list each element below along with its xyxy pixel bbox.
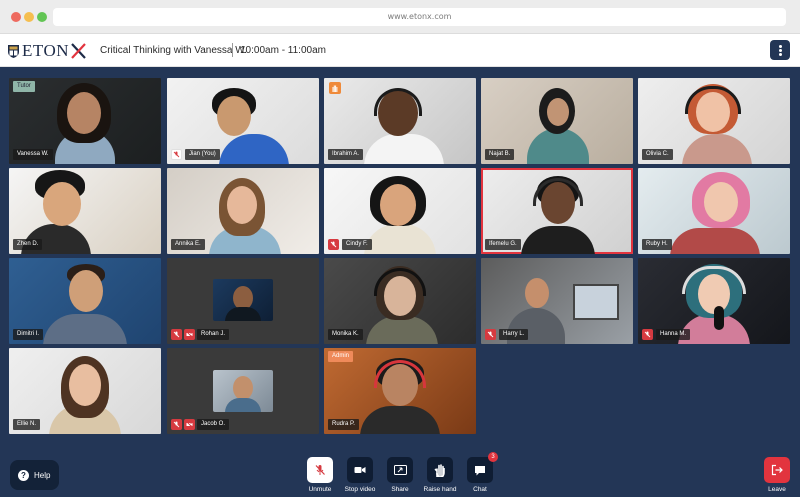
avatar-thumbnail xyxy=(213,370,273,412)
unmute-label: Unmute xyxy=(308,486,332,493)
hand-icon xyxy=(427,457,453,483)
participant-name: Dimitri I. xyxy=(13,329,43,340)
video-tile-hanna[interactable]: Hanna M. xyxy=(638,258,790,344)
participant-name: Cindy F. xyxy=(342,239,372,250)
share-button[interactable]: Share xyxy=(379,457,421,493)
participant-name: Vanessa W. xyxy=(13,149,53,160)
video-tile-olivia[interactable]: Olivia C. xyxy=(638,78,790,164)
video-tile-ifemelu-speaking[interactable]: Ifemelu G. xyxy=(481,168,633,254)
media-status xyxy=(485,329,496,340)
avatar-thumbnail xyxy=(213,279,273,321)
stop-video-label: Stop video xyxy=(344,486,376,493)
media-status xyxy=(171,329,195,340)
share-label: Share xyxy=(391,486,409,493)
video-tile-jian[interactable]: Jian (You) xyxy=(167,78,319,164)
share-screen-icon xyxy=(387,457,413,483)
mic-muted-icon xyxy=(307,457,333,483)
participant-name: Rudra P. xyxy=(328,419,359,430)
video-tile-ruby[interactable]: Ruby H. xyxy=(638,168,790,254)
video-tile-najat[interactable]: Najat B. xyxy=(481,78,633,164)
session-time: 10:00am - 11:00am xyxy=(240,45,326,56)
more-options-button[interactable] xyxy=(770,40,790,60)
participant-name: Ibrahim A. xyxy=(328,149,364,160)
help-button[interactable]: ? Help xyxy=(10,460,59,490)
session-title: Critical Thinking with Vanessa W. xyxy=(100,45,247,56)
camera-off-icon xyxy=(184,419,195,430)
participant-name: Ellie N. xyxy=(13,419,41,430)
participant-name: Annika E. xyxy=(171,239,205,250)
video-tile-cindy[interactable]: Cindy F. xyxy=(324,168,476,254)
mic-muted-icon xyxy=(642,329,653,340)
media-status xyxy=(328,239,339,250)
media-status xyxy=(171,149,182,160)
video-tile-ibrahim[interactable]: Ibrahim A. xyxy=(324,78,476,164)
tutor-badge: Tutor xyxy=(13,81,35,92)
logo-x-mark xyxy=(71,43,86,59)
participant-name: Jacob O. xyxy=(197,419,230,430)
kebab-icon xyxy=(778,44,782,56)
header-divider xyxy=(232,43,233,57)
question-icon: ? xyxy=(18,469,29,481)
mic-muted-icon xyxy=(171,419,182,430)
help-label: Help xyxy=(34,470,51,480)
video-tile-rohan-off[interactable]: Rohan J. xyxy=(167,258,319,344)
video-tile-vanessa[interactable]: Tutor Vanessa W. xyxy=(9,78,161,164)
video-tile-annika[interactable]: Annika E. xyxy=(167,168,319,254)
video-tile-zhen[interactable]: Zhen D. xyxy=(9,168,161,254)
video-tile-harry[interactable]: Harry L. xyxy=(481,258,633,344)
mic-muted-icon xyxy=(485,329,496,340)
admin-badge: Admin xyxy=(328,351,354,362)
participant-name: Olivia C. xyxy=(642,149,673,160)
video-tile-rudra[interactable]: Admin Rudra P. xyxy=(324,348,476,434)
mic-muted-icon xyxy=(171,329,182,340)
app-header: ETON Critical Thinking with Vanessa W. 1… xyxy=(0,34,800,67)
video-tile-ellie[interactable]: Ellie N. xyxy=(9,348,161,434)
camera-off-icon xyxy=(184,329,195,340)
participant-name: Hanna M. xyxy=(656,329,691,340)
logo-text: ETON xyxy=(22,41,70,60)
leave-label: Leave xyxy=(768,486,786,493)
address-bar[interactable]: www.etonx.com xyxy=(53,8,786,26)
browser-bar: www.etonx.com xyxy=(0,0,800,34)
mic-muted-icon xyxy=(328,239,339,250)
close-window-dot[interactable] xyxy=(11,12,21,22)
chat-button[interactable]: 3 Chat xyxy=(459,452,501,493)
exit-icon xyxy=(764,457,790,483)
video-camera-icon xyxy=(347,457,373,483)
unread-count-badge: 3 xyxy=(488,452,498,462)
minimize-window-dot[interactable] xyxy=(24,12,34,22)
leave-button[interactable]: Leave xyxy=(756,457,798,493)
eton-logo[interactable]: ETON xyxy=(8,42,86,60)
raised-hand-icon xyxy=(329,82,341,94)
video-tile-monika[interactable]: Monika K. xyxy=(324,258,476,344)
participant-name: Ruby H. xyxy=(642,239,672,250)
raise-hand-label: Raise hand xyxy=(423,486,457,493)
media-status xyxy=(642,329,653,340)
media-status xyxy=(171,419,195,430)
video-tile-jacob-off[interactable]: Jacob O. xyxy=(167,348,319,434)
mic-muted-icon xyxy=(171,149,182,160)
participant-name: Zhen D. xyxy=(13,239,43,250)
stop-video-button[interactable]: Stop video xyxy=(339,457,381,493)
crest-icon xyxy=(8,44,19,58)
raise-hand-button[interactable]: Raise hand xyxy=(419,457,461,493)
participant-name: Jian (You) xyxy=(185,149,220,160)
participant-name: Ifemelu G. xyxy=(485,239,521,250)
video-tile-dimitri[interactable]: Dimitri I. xyxy=(9,258,161,344)
chat-label: Chat xyxy=(473,486,487,493)
participant-name: Najat B. xyxy=(485,149,515,160)
chat-bubble-icon: 3 xyxy=(467,452,498,483)
unmute-button[interactable]: Unmute xyxy=(299,457,341,493)
participant-name: Harry L. xyxy=(499,329,529,340)
maximize-window-dot[interactable] xyxy=(37,12,47,22)
participant-name: Rohan J. xyxy=(197,329,230,340)
participant-name: Monika K. xyxy=(328,329,363,340)
